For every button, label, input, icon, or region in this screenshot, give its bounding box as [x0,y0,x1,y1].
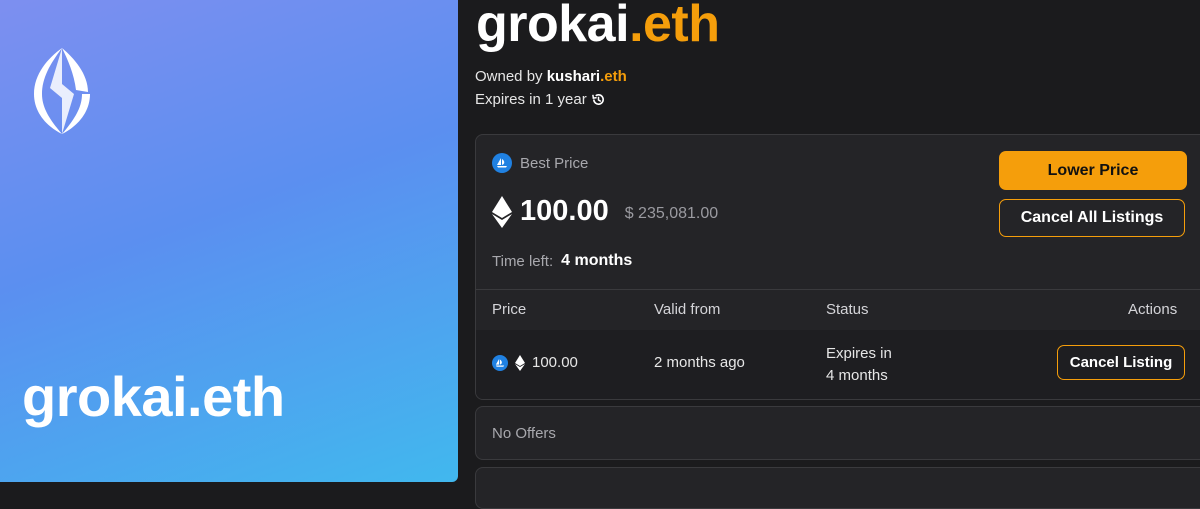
time-left-value: 4 months [561,252,633,269]
domain-label: grokai [476,0,630,53]
owner-tld: .eth [600,68,627,85]
col-valid-from: Valid from [654,301,721,318]
usd-value: $ 235,081.00 [624,204,719,222]
row-status-line1: Expires in [826,345,892,362]
opensea-icon [492,354,508,371]
col-status: Status [826,301,869,318]
domain-avatar-card: grokai.eth [0,0,458,482]
best-price-label: Best Price [492,153,588,173]
best-price: 100.00 $ 235,081.00 [492,195,718,228]
no-offers-text: No Offers [492,425,556,442]
hero-domain-name: grokai.eth [22,365,285,428]
ens-logo-icon [34,48,90,134]
owner-line: Owned by kushari.eth [475,68,627,85]
expiry-text: Expires in 1 year [475,91,587,108]
listings-table-header: Price Valid from Status Actions [476,290,1200,330]
best-price-text: Best Price [520,154,589,172]
domain-details-panel: grokai.eth Owned by kushari.eth Expires … [458,0,1200,509]
eth-icon [515,354,525,371]
listing-card: Best Price 100.00 $ 235,081.00 Time left… [475,134,1200,400]
row-price: 100.00 [492,354,578,371]
owner-prefix: Owned by [475,68,543,85]
owner-link[interactable]: kushari.eth [547,68,627,85]
price-value: 100.00 [520,195,609,227]
row-status: Expires in 4 months [826,343,892,387]
next-section-card [475,467,1200,509]
col-price: Price [492,301,527,318]
opensea-icon [492,153,512,173]
expiry-line: Expires in 1 year [475,91,606,108]
cancel-all-listings-button[interactable]: Cancel All Listings [999,199,1185,237]
history-icon[interactable] [591,92,606,107]
offers-card: No Offers [475,406,1200,460]
owner-name: kushari [546,68,601,85]
time-left: Time left: 4 months [492,252,632,270]
cancel-listing-button[interactable]: Cancel Listing [1057,345,1185,380]
time-left-label: Time left: [492,252,554,270]
eth-icon [492,195,512,228]
row-price-value: 100.00 [532,354,578,371]
page-title: grokai.eth [476,0,720,54]
row-status-line2: 4 months [826,367,888,384]
row-valid-from: 2 months ago [654,354,745,371]
table-row: 100.00 2 months ago Expires in 4 months … [476,330,1200,399]
lower-price-button[interactable]: Lower Price [999,151,1187,190]
col-actions: Actions [1128,301,1178,318]
domain-tld: .eth [629,0,720,53]
